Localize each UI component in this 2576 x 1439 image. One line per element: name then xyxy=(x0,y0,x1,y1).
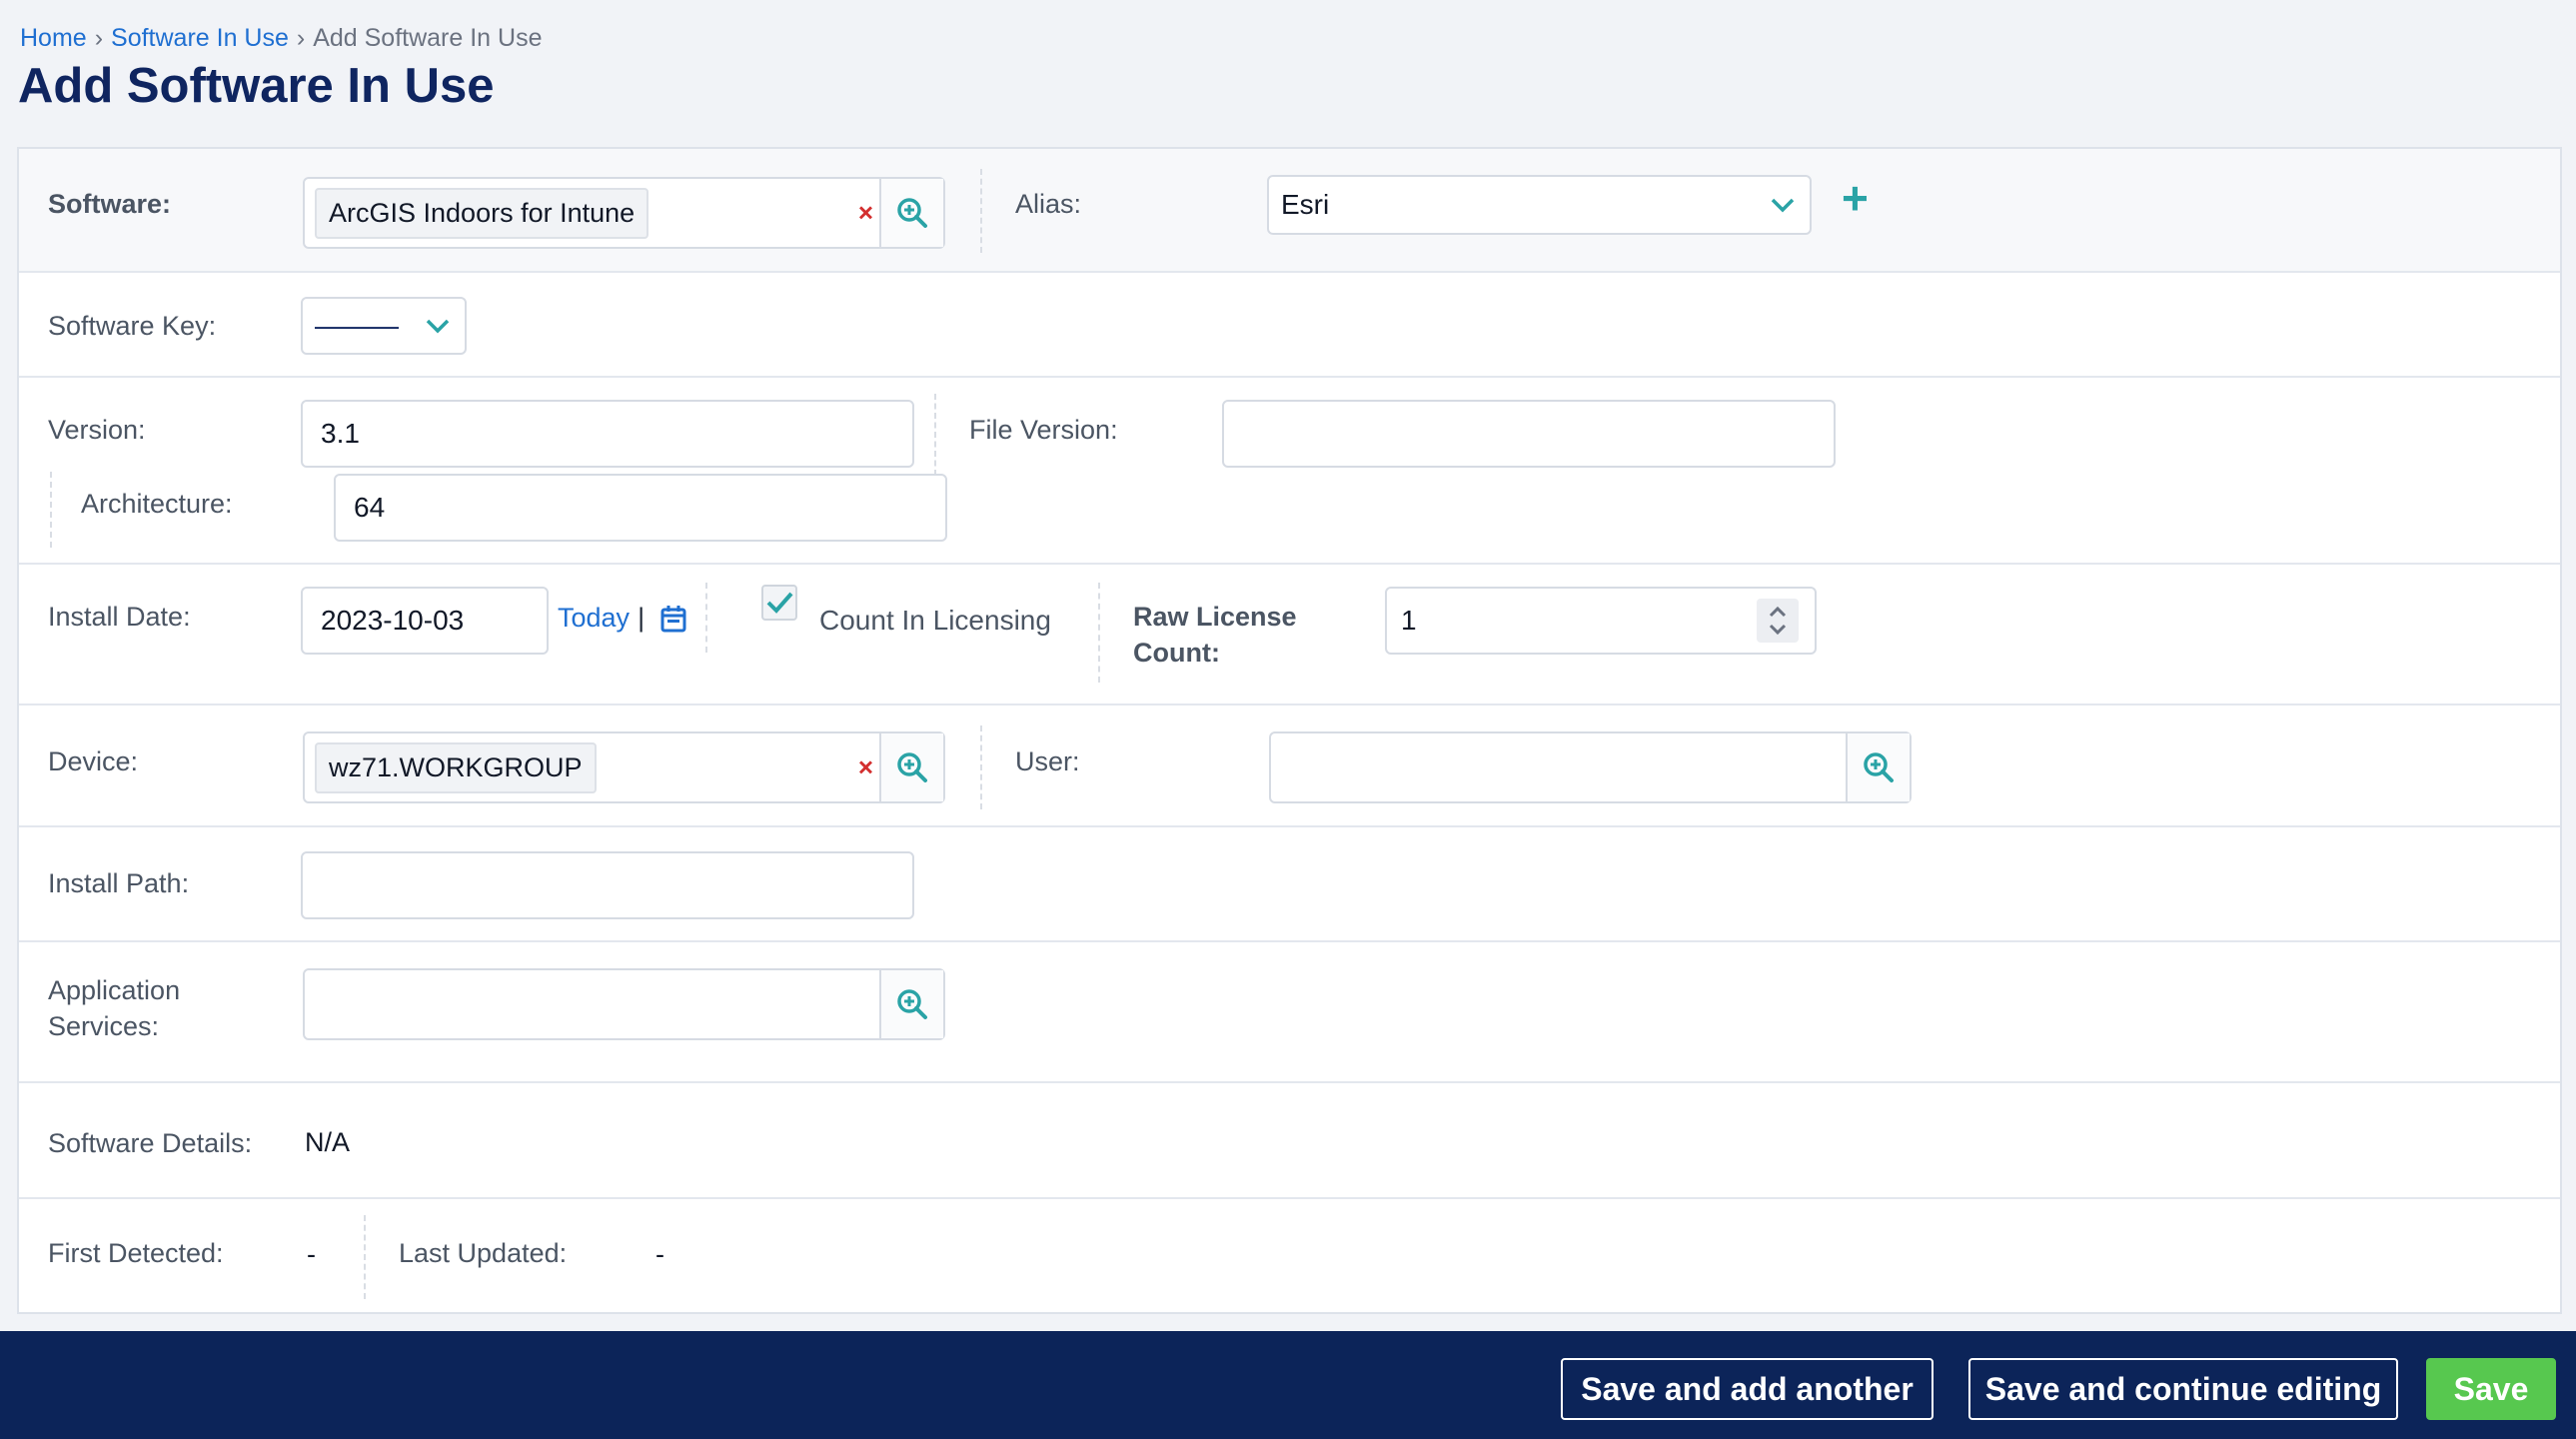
device-label: Device: xyxy=(48,746,139,776)
breadcrumb-software-in-use[interactable]: Software In Use xyxy=(111,24,289,52)
device-lookup: wz71.WORKGROUP × xyxy=(303,731,945,803)
zoom-in-icon xyxy=(897,198,927,228)
chevron-down-icon xyxy=(1771,198,1795,213)
first-detected-label: First Detected: xyxy=(48,1238,224,1268)
application-services-field[interactable] xyxy=(305,970,879,1038)
save-and-add-another-button[interactable]: Save and add another xyxy=(1561,1358,1933,1420)
device-field[interactable]: wz71.WORKGROUP × xyxy=(305,733,879,801)
divider xyxy=(980,725,982,809)
divider xyxy=(934,394,936,476)
alias-select[interactable]: Esri xyxy=(1267,175,1812,235)
software-label: Software: xyxy=(48,189,172,219)
save-and-continue-editing-button[interactable]: Save and continue editing xyxy=(1968,1358,2398,1420)
device-chip: wz71.WORKGROUP xyxy=(315,741,597,793)
check-icon xyxy=(766,592,793,614)
install-path-input[interactable] xyxy=(301,851,914,919)
version-input[interactable]: 3.1 xyxy=(301,400,914,468)
divider xyxy=(364,1215,366,1299)
page-title: Add Software In Use xyxy=(18,59,495,113)
device-lookup-button[interactable] xyxy=(879,733,943,801)
zoom-in-icon xyxy=(1864,752,1894,782)
software-field[interactable]: ArcGIS Indoors for Intune × xyxy=(305,179,879,247)
user-lookup xyxy=(1269,731,1912,803)
application-services-label: Application Services: xyxy=(48,972,180,1044)
alias-value: Esri xyxy=(1281,189,1330,220)
user-field[interactable] xyxy=(1271,733,1846,801)
spinner-arrows-icon[interactable] xyxy=(1757,599,1799,643)
software-key-label: Software Key: xyxy=(48,311,217,341)
install-date-input[interactable]: 2023-10-03 xyxy=(301,587,549,655)
form-row-device: Device: wz71.WORKGROUP × User: xyxy=(19,706,2560,827)
software-chip: ArcGIS Indoors for Intune xyxy=(315,187,649,239)
save-button[interactable]: Save xyxy=(2426,1358,2556,1420)
file-version-input[interactable] xyxy=(1222,400,1836,468)
raw-license-count-label-line2: Count: xyxy=(1133,638,1220,668)
plus-icon[interactable]: + xyxy=(1842,175,1869,221)
architecture-label: Architecture: xyxy=(81,489,233,519)
application-services-label-line2: Services: xyxy=(48,1011,160,1041)
form-row-detection: First Detected: - Last Updated: - xyxy=(19,1199,2560,1314)
date-shortcut-separator: | xyxy=(638,603,645,633)
breadcrumb-current: Add Software In Use xyxy=(313,24,543,52)
date-shortcuts: Today | xyxy=(558,603,686,634)
software-lookup-button[interactable] xyxy=(879,179,943,247)
form-row-application-services: Application Services: xyxy=(19,942,2560,1083)
today-link[interactable]: Today xyxy=(558,603,630,634)
count-in-licensing-label: Count In Licensing xyxy=(819,605,1051,636)
divider xyxy=(705,583,707,653)
install-date-label: Install Date: xyxy=(48,602,191,632)
footer-action-bar: Save and add another Save and continue e… xyxy=(0,1331,2576,1439)
file-version-label: File Version: xyxy=(969,415,1118,445)
form-row-software-details: Software Details: N/A xyxy=(19,1083,2560,1199)
chevron-down-icon xyxy=(426,319,450,334)
application-services-label-line1: Application xyxy=(48,975,181,1005)
software-details-value: N/A xyxy=(305,1127,351,1157)
software-lookup: ArcGIS Indoors for Intune × xyxy=(303,177,945,249)
zoom-in-icon xyxy=(897,989,927,1019)
user-lookup-button[interactable] xyxy=(1846,733,1910,801)
breadcrumb: Home › Software In Use › Add Software In Use xyxy=(20,24,543,53)
zoom-in-icon xyxy=(897,752,927,782)
form-row-software: Software: ArcGIS Indoors for Intune × Al… xyxy=(19,149,2560,273)
form-row-install-path: Install Path: xyxy=(19,827,2560,942)
raw-license-count-value: 1 xyxy=(1401,605,1417,636)
calendar-icon[interactable] xyxy=(660,605,686,633)
count-in-licensing-checkbox[interactable] xyxy=(761,585,797,621)
breadcrumb-home[interactable]: Home xyxy=(20,24,87,52)
software-key-select[interactable]: ——— xyxy=(301,297,467,355)
clear-icon[interactable]: × xyxy=(858,198,873,229)
raw-license-count-input[interactable]: 1 xyxy=(1385,587,1817,655)
install-path-label: Install Path: xyxy=(48,868,190,898)
software-details-label: Software Details: xyxy=(48,1128,253,1158)
clear-icon[interactable]: × xyxy=(858,752,873,783)
software-in-use-form: Software: ArcGIS Indoors for Intune × Al… xyxy=(17,147,2562,1314)
application-services-lookup-button[interactable] xyxy=(879,970,943,1038)
version-label: Version: xyxy=(48,415,146,445)
architecture-input[interactable]: 64 xyxy=(334,474,947,542)
raw-license-count-label: Raw License Count: xyxy=(1133,599,1297,671)
last-updated-value: - xyxy=(655,1239,664,1269)
form-row-install-date: Install Date: 2023-10-03 Today | Count I… xyxy=(19,565,2560,706)
first-detected-value: - xyxy=(307,1239,316,1269)
form-row-software-key: Software Key: ——— xyxy=(19,273,2560,378)
last-updated-label: Last Updated: xyxy=(399,1238,568,1268)
divider xyxy=(50,472,52,548)
divider xyxy=(980,169,982,253)
application-services-lookup xyxy=(303,968,945,1040)
user-label: User: xyxy=(1015,746,1080,776)
software-key-value: ——— xyxy=(315,310,399,341)
alias-label: Alias: xyxy=(1015,189,1082,219)
raw-license-count-label-line1: Raw License xyxy=(1133,602,1297,632)
breadcrumb-separator: › xyxy=(94,24,104,52)
form-row-version: Version: 3.1 File Version: Architecture:… xyxy=(19,378,2560,565)
breadcrumb-separator: › xyxy=(296,24,306,52)
divider xyxy=(1098,583,1100,683)
